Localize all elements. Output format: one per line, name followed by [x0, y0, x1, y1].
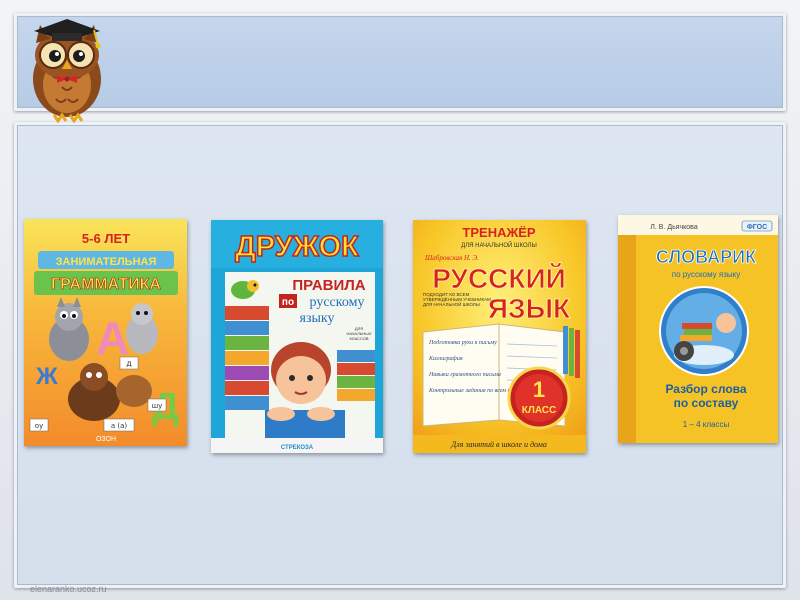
book-4-subtitle: по русскому языку — [672, 270, 740, 279]
book-cover-druzhok[interactable]: ДРУЖОК ПРАВИЛА по русскому языку ДЛЯ НАЧ… — [211, 220, 383, 453]
book-1-publisher: ОЗОН — [96, 436, 116, 443]
book-cover-russian-language[interactable]: ТРЕНАЖЁР ДЛЯ НАЧАЛЬНОЙ ШКОЛЫ Шабровская … — [413, 220, 586, 453]
book-3-title-line1: РУССКИЙ — [432, 262, 566, 294]
book-2-title-line3: языку — [300, 311, 335, 326]
book-3-title-line2: ЯЗЫК — [488, 293, 571, 324]
book-cover-slovarik[interactable]: Л. В. Дьячкова ФГОС СЛОВАРИК по русскому… — [618, 215, 778, 443]
book-1-age: 5-6 ЛЕТ — [82, 231, 130, 246]
book-3-list-item-2: Каллиграфия — [428, 355, 463, 362]
book-1-card-ou: оу — [35, 422, 43, 430]
book-4-badge: ФГОС — [747, 224, 767, 231]
book-3-grade-number: 1 — [533, 377, 545, 402]
book-3-list-item-1: Подготовка руки к письму — [428, 339, 497, 346]
book-3-author: Шабровская Н. Э. — [424, 254, 479, 262]
book-1-title-line1: ЗАНИМАТЕЛЬНАЯ — [56, 256, 157, 268]
book-4-desc-line2: по составу — [674, 396, 739, 410]
book-4-desc-line1: Разбор слова — [665, 382, 746, 396]
book-3-note-line3: ДЛЯ НАЧАЛЬНОЙ ШКОЛЫ — [423, 300, 480, 307]
book-2-publisher: СТРЕКОЗА — [281, 445, 314, 451]
book-4-title: СЛОВАРИК — [656, 247, 757, 267]
book-2-title-line1: ПРАВИЛА — [292, 277, 365, 294]
book-4-author: Л. В. Дьячкова — [650, 224, 698, 231]
book-cover-grammar[interactable]: 5-6 ЛЕТ ЗАНИМАТЕЛЬНАЯ ГРАММАТИКА А Д Ж д… — [24, 219, 187, 446]
book-2-title-po: по — [282, 297, 294, 308]
book-1-letter-zh: Ж — [35, 363, 58, 390]
book-3-grade-word: КЛАСС — [522, 405, 557, 416]
book-1-title-line2: ГРАММАТИКА — [51, 276, 161, 293]
book-3-series-line1: ТРЕНАЖЁР — [462, 225, 536, 240]
owl-graduate-icon — [22, 15, 112, 124]
book-3-series-line2: ДЛЯ НАЧАЛЬНОЙ ШКОЛЫ — [461, 241, 537, 249]
header-panel — [14, 13, 786, 111]
book-3-list-item-3: Навыки грамотного письма — [428, 372, 501, 378]
book-4-grades: 1 – 4 классы — [683, 420, 730, 429]
book-2-subtitle-line3: КЛАССОВ — [349, 336, 368, 341]
watermark: elenaranko.ucoz.ru — [30, 584, 107, 594]
book-1-letter-a: А — [96, 312, 129, 364]
book-3-footer: Для занятий в школе и дома — [450, 440, 547, 449]
book-1-card-d: д — [126, 359, 132, 368]
book-2-series: ДРУЖОК — [235, 231, 359, 263]
book-1-card-shu: шу — [152, 402, 163, 410]
book-2-title-line2: русскому — [310, 295, 365, 310]
book-1-card-a: а (а) — [111, 422, 128, 430]
